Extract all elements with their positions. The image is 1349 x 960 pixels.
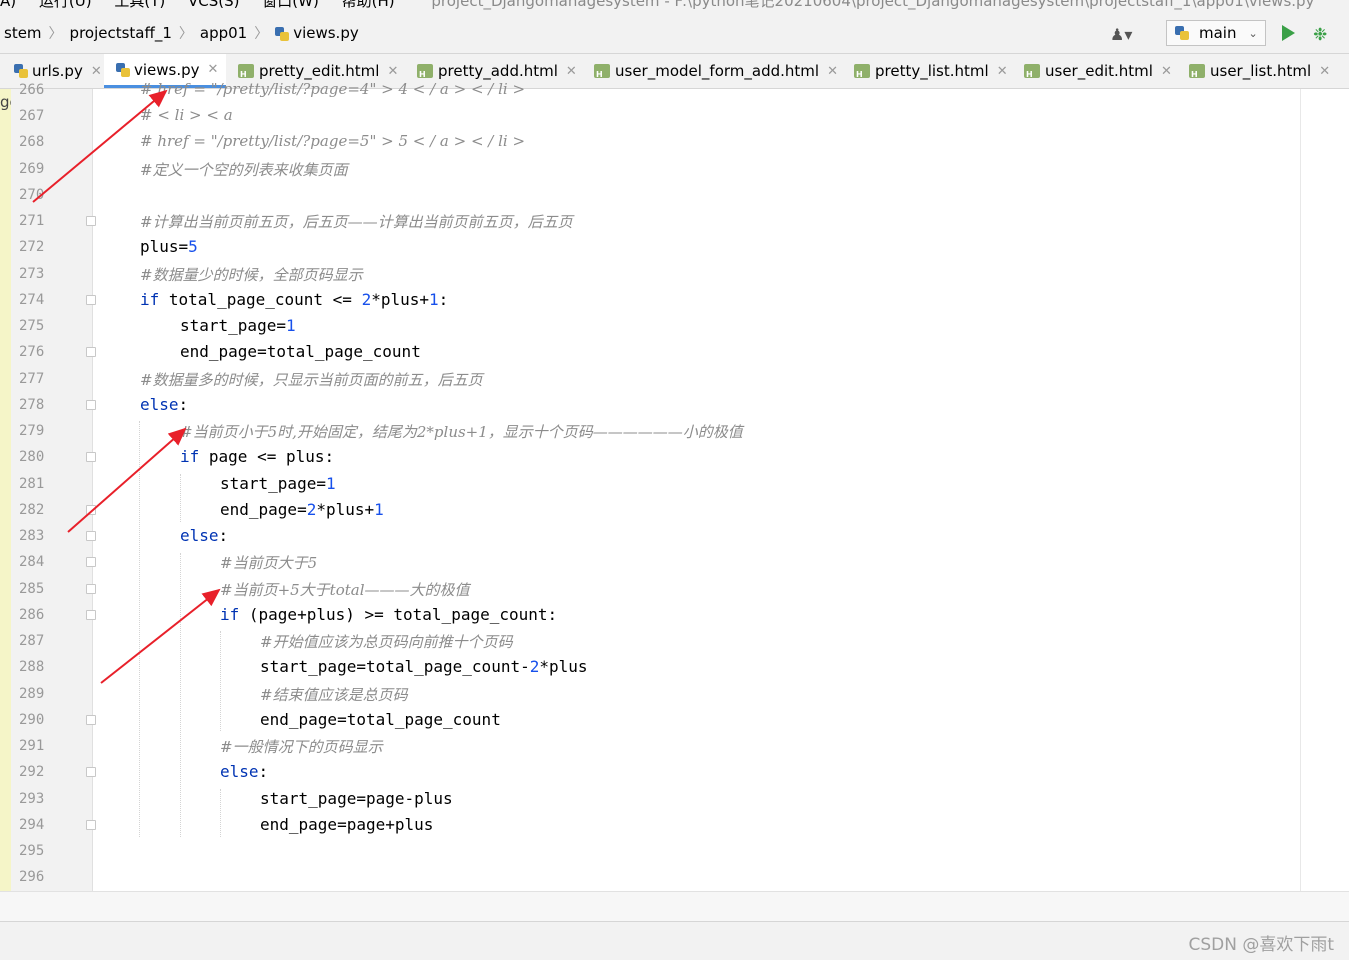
red-arrow-1 <box>32 89 168 203</box>
status-bar <box>0 921 1349 960</box>
editor-bottom-area <box>0 891 1349 922</box>
annotation-arrows <box>32 89 221 684</box>
red-arrow-3 <box>100 588 221 684</box>
watermark: CSDN @喜欢下雨t <box>1188 935 1334 955</box>
red-arrow-2 <box>67 427 187 533</box>
